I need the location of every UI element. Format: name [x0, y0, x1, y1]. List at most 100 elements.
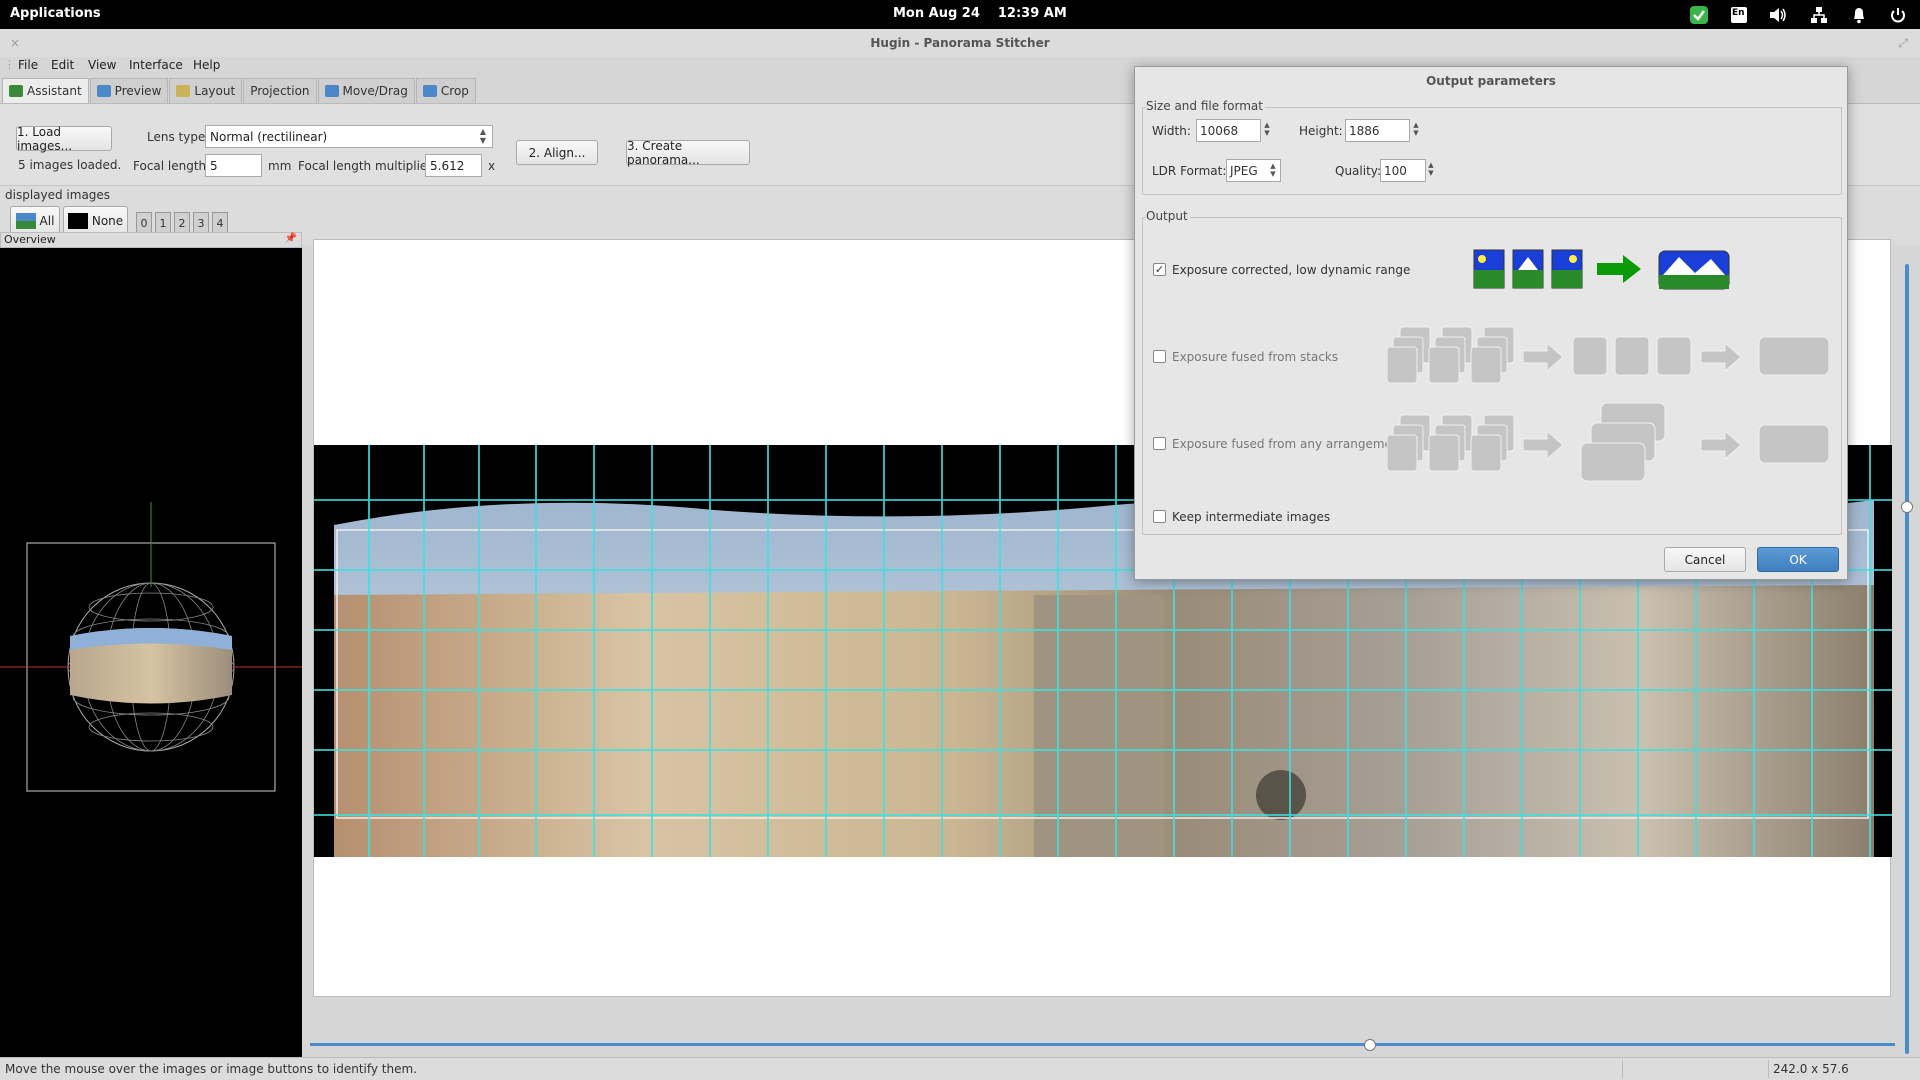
applications-menu[interactable]: Applications: [10, 6, 101, 21]
displayed-images-label: displayed images: [5, 188, 111, 202]
preview-icon: [96, 85, 111, 97]
clock[interactable]: Mon Aug 24 12:39 AM: [893, 6, 1085, 21]
shield-check-icon[interactable]: [1688, 4, 1710, 26]
output-parameters-dialog: Output parameters Size and file format W…: [1134, 66, 1848, 580]
vertical-slider-track[interactable]: [1905, 264, 1909, 1054]
volume-icon[interactable]: [1767, 4, 1789, 26]
network-icon[interactable]: [1808, 4, 1830, 26]
power-icon[interactable]: [1887, 4, 1909, 26]
tab-assistant[interactable]: Assistant: [2, 78, 89, 103]
maximize-icon[interactable]: ⤢: [1898, 29, 1908, 57]
notification-bell-icon[interactable]: [1848, 4, 1870, 26]
lens-type-value: Normal (rectilinear): [210, 129, 328, 144]
show-all-label: All: [39, 214, 55, 228]
option-fused-any-label[interactable]: Exposure fused from any arrangement: [1172, 437, 1404, 451]
assistant-icon: [9, 85, 23, 97]
status-divider: [1622, 1060, 1623, 1078]
window-titlebar[interactable]: × Hugin - Panorama Stitcher ⤢: [0, 29, 1920, 57]
option-fused-any-checkbox[interactable]: [1153, 437, 1166, 450]
status-message: Move the mouse over the images or image …: [5, 1062, 418, 1076]
overview-sphere-view[interactable]: [0, 232, 302, 1057]
ok-button[interactable]: OK: [1757, 547, 1839, 572]
tab-preview[interactable]: Preview: [89, 78, 169, 103]
tab-crop-label: Crop: [440, 84, 469, 98]
tab-bar: Assistant Preview Layout Projection Move…: [2, 78, 477, 103]
lens-type-select[interactable]: Normal (rectilinear) ▲ ▼: [205, 125, 493, 148]
height-spin-arrows-icon[interactable]: ▲ ▼: [1412, 121, 1420, 137]
width-label: Width:: [1152, 124, 1191, 138]
option-ldr-checkbox[interactable]: ✓: [1153, 263, 1166, 276]
menu-file[interactable]: File: [18, 58, 38, 72]
focal-multiplier-label: Focal length multiplier:: [298, 159, 437, 173]
menu-edit[interactable]: Edit: [51, 58, 74, 72]
image-toggle-1[interactable]: 1: [155, 212, 171, 234]
overview-header: Overview 📌: [0, 232, 302, 248]
overview-panel[interactable]: [0, 232, 302, 1057]
keep-intermediate-label[interactable]: Keep intermediate images: [1172, 510, 1330, 524]
fused-stacks-illustration: [1386, 326, 1830, 384]
option-fused-stacks-label[interactable]: Exposure fused from stacks: [1172, 350, 1338, 364]
size-format-title: Size and file format: [1146, 99, 1265, 113]
align-button[interactable]: 2. Align...: [516, 140, 598, 165]
layout-icon: [176, 85, 191, 97]
window-title: Hugin - Panorama Stitcher: [870, 36, 1050, 50]
quality-spin-arrows-icon[interactable]: ▲ ▼: [1427, 161, 1435, 177]
keep-intermediate-checkbox[interactable]: [1153, 510, 1166, 523]
tab-layout[interactable]: Layout: [169, 78, 243, 103]
output-title: Output: [1146, 209, 1190, 223]
lens-type-label: Lens type:: [147, 130, 210, 144]
status-bar: Move the mouse over the images or image …: [0, 1057, 1920, 1080]
keyboard-layout-label: En: [1732, 8, 1745, 18]
tab-crop[interactable]: Crop: [415, 78, 476, 103]
clock-time: 12:39 AM: [997, 6, 1067, 21]
vertical-slider-handle[interactable]: [1901, 501, 1913, 513]
system-top-bar: Applications Mon Aug 24 12:39 AM En: [0, 0, 1920, 29]
dialog-title: Output parameters: [1426, 74, 1556, 88]
image-toggle-0[interactable]: 0: [136, 212, 152, 234]
menu-view[interactable]: View: [88, 58, 116, 72]
clock-date: Mon Aug 24: [893, 6, 980, 21]
image-toggle-4[interactable]: 4: [212, 212, 228, 234]
horizontal-slider-track[interactable]: [310, 1043, 1895, 1046]
ldr-format-select[interactable]: JPEG ▲ ▼: [1226, 159, 1281, 182]
tab-projection[interactable]: Projection: [243, 78, 317, 103]
crop-icon: [422, 85, 437, 97]
focal-multiplier-input[interactable]: 5.612: [425, 154, 482, 177]
tab-layout-label: Layout: [194, 84, 236, 98]
load-images-button[interactable]: 1. Load images...: [16, 125, 112, 153]
cancel-button[interactable]: Cancel: [1664, 547, 1746, 572]
horizontal-slider-handle[interactable]: [1364, 1039, 1376, 1051]
image-toggle-3[interactable]: 3: [193, 212, 209, 234]
width-input[interactable]: 10068: [1196, 119, 1261, 142]
focal-length-unit: mm: [268, 159, 292, 173]
option-ldr-label[interactable]: Exposure corrected, low dynamic range: [1172, 263, 1410, 277]
image-toggle-2[interactable]: 2: [174, 212, 190, 234]
option-fused-stacks-checkbox[interactable]: [1153, 350, 1166, 363]
tab-preview-label: Preview: [114, 84, 162, 98]
ldr-format-label: LDR Format:: [1152, 164, 1227, 178]
show-none-label: None: [91, 214, 124, 228]
tab-move-drag[interactable]: Move/Drag: [317, 78, 415, 103]
keyboard-layout-icon[interactable]: En: [1728, 4, 1750, 26]
menu-grip-icon: ⋮: [4, 58, 15, 71]
pin-icon[interactable]: 📌: [285, 233, 297, 244]
status-fov: 242.0 x 57.6: [1773, 1062, 1849, 1076]
menu-help[interactable]: Help: [193, 58, 220, 72]
all-images-icon: [15, 213, 36, 229]
menu-interface[interactable]: Interface: [129, 58, 183, 72]
height-input[interactable]: 1886: [1345, 119, 1410, 142]
tab-move-drag-label: Move/Drag: [342, 84, 408, 98]
overview-title: Overview: [4, 233, 56, 246]
height-label: Height:: [1299, 124, 1343, 138]
status-divider: [1768, 1060, 1769, 1078]
width-spin-arrows-icon[interactable]: ▲ ▼: [1263, 121, 1271, 137]
tab-projection-label: Projection: [250, 84, 310, 98]
images-loaded-text: 5 images loaded.: [18, 158, 122, 172]
dropdown-arrows-icon: ▲ ▼: [1270, 162, 1276, 178]
focal-length-input[interactable]: 5: [205, 154, 262, 177]
focal-multiplier-unit: x: [488, 159, 496, 173]
ldr-format-value: JPEG: [1230, 163, 1258, 178]
quality-input[interactable]: 100: [1380, 159, 1426, 182]
close-icon[interactable]: ×: [10, 29, 20, 57]
create-panorama-button[interactable]: 3. Create panorama...: [626, 139, 750, 167]
